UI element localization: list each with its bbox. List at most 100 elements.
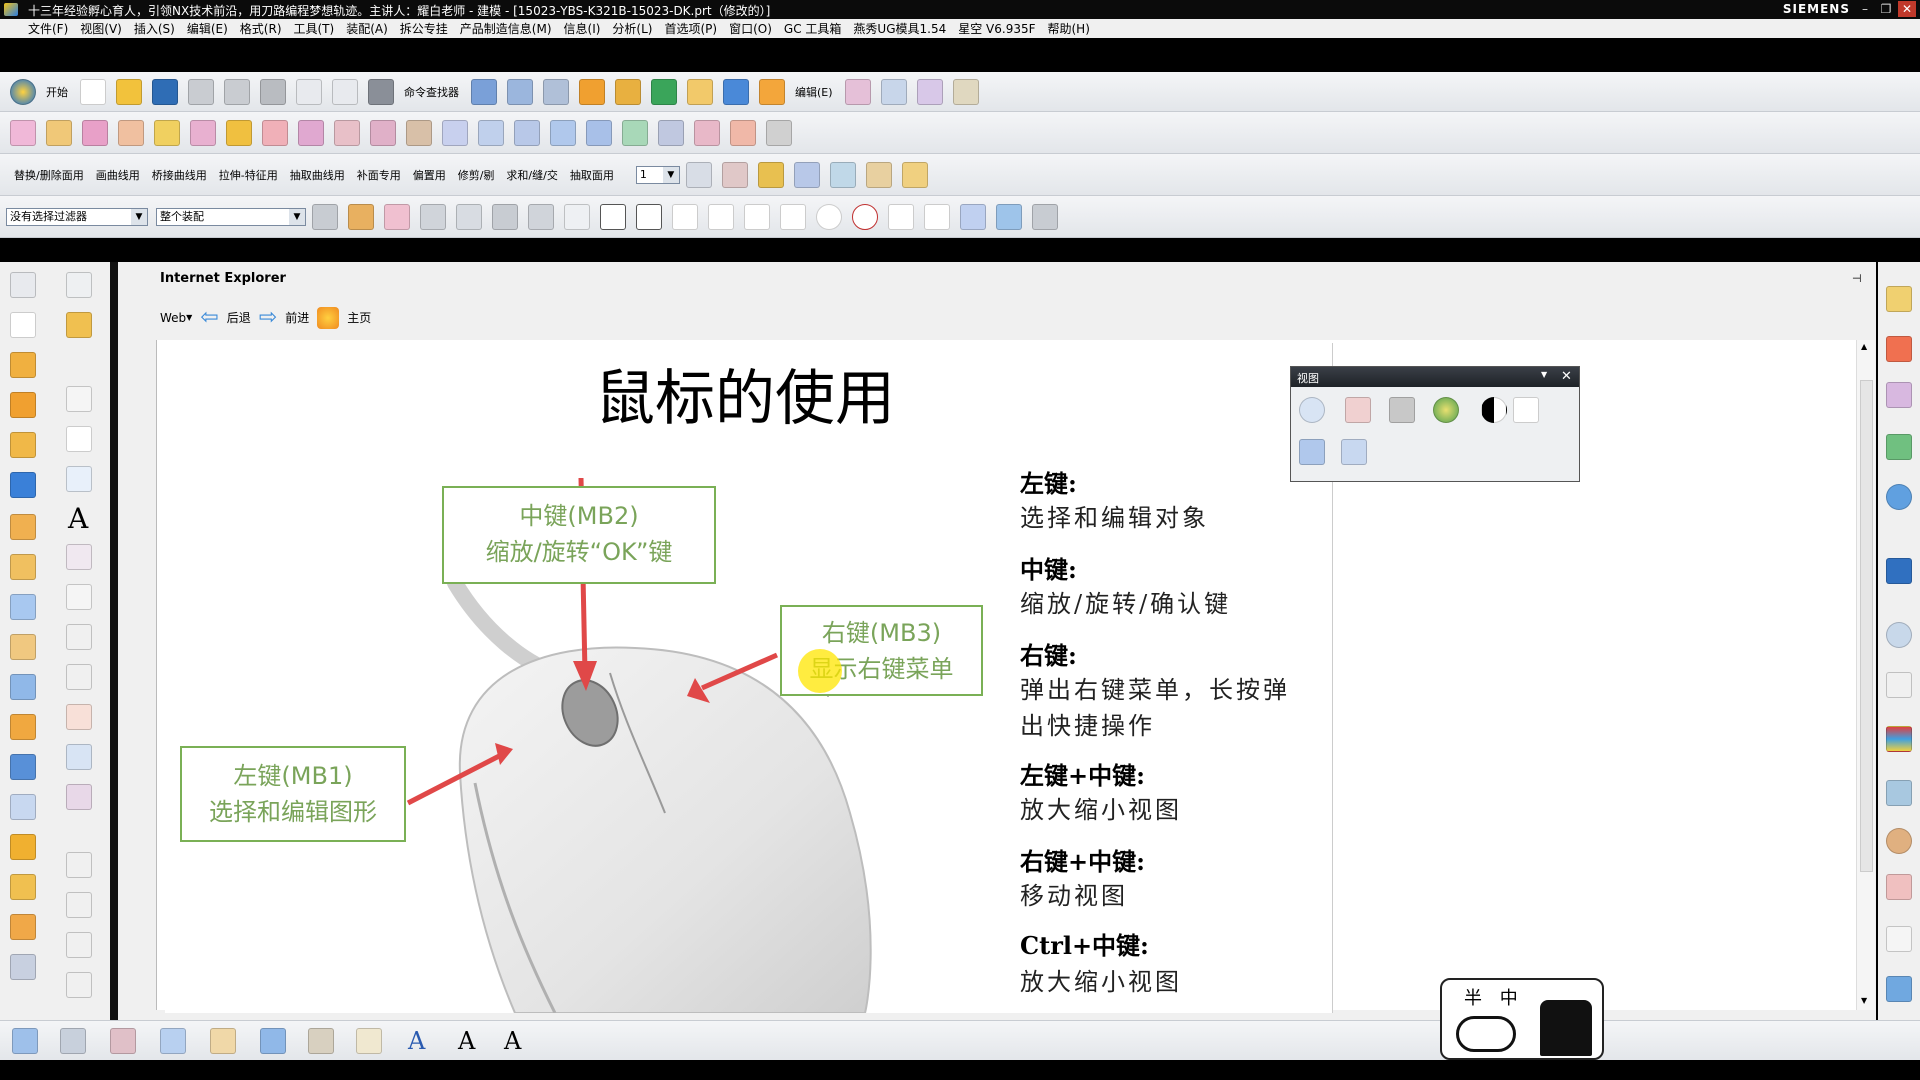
extrude-icon[interactable] [10,352,36,378]
close-window-button[interactable]: ✕ [1898,1,1916,17]
book-feature-icon[interactable] [10,594,36,620]
vertical-scrollbar[interactable]: ▲ ▼ [1856,340,1875,1010]
view-panel-close-button[interactable]: ✕ [1561,369,1572,384]
pin-icon[interactable]: ⊣ [1852,272,1862,285]
view-panel-header[interactable]: 视图 ▼ ✕ [1291,367,1579,387]
select-feature-icon[interactable] [384,203,410,230]
offset-icon[interactable] [10,554,36,580]
edit-dropdown-label[interactable]: 编辑(E) [795,84,833,100]
cone-icon[interactable] [66,312,92,338]
green-part-icon[interactable] [651,78,677,105]
select-undo-icon[interactable] [420,203,446,230]
reuse-library-icon[interactable] [1886,434,1912,460]
surface-icon-5[interactable] [586,119,612,146]
feature-icon-4[interactable] [118,119,144,146]
curve-icon-8[interactable] [66,932,92,958]
new-file-icon[interactable] [80,78,106,105]
layout-icon[interactable] [543,78,569,105]
snap-tangent-icon[interactable] [744,203,770,230]
menu-item-analysis[interactable]: 分析(L) [612,20,652,37]
curve-icon-1[interactable] [66,624,92,650]
surface-icon-3[interactable] [514,119,540,146]
scroll-up-icon[interactable]: ▲ [1861,342,1867,351]
sketch-icon[interactable] [10,272,36,298]
book-icon[interactable] [579,78,605,105]
web-dropdown[interactable]: Web [160,311,186,325]
home-button[interactable]: 主页 [347,309,371,326]
custom-tool-trim[interactable]: 修剪/剔 [458,167,495,183]
sketch-plane-icon[interactable] [844,78,871,105]
scroll-thumb[interactable] [1860,380,1873,872]
curve-icon-5[interactable] [66,784,92,810]
box-icon-4[interactable] [10,954,36,980]
solid-icon[interactable] [10,472,36,498]
feature-icon-9[interactable] [298,119,324,146]
snap-point-on-curve-icon[interactable] [924,203,950,230]
snap-view-icon[interactable] [507,78,533,105]
surface-icon-4[interactable] [550,119,576,146]
process-studio-icon[interactable] [1886,672,1912,698]
select-type-icon[interactable] [348,203,374,230]
drafting-icon-7[interactable] [308,1028,334,1054]
ruler-icon[interactable] [901,161,928,188]
palette-icon[interactable] [1886,926,1912,952]
snap-face-icon[interactable] [960,203,986,230]
menu-item-format[interactable]: 格式(R) [240,20,282,37]
rect-icon[interactable] [10,312,36,338]
chamfer-icon[interactable] [10,714,36,740]
command-finder-label[interactable]: 命令查找器 [404,84,459,100]
select-face-icon[interactable] [528,203,554,230]
custom-tool-offset[interactable]: 偏置用 [413,167,446,183]
menu-item-preferences[interactable]: 首选项(P) [664,20,717,37]
menu-item-view[interactable]: 视图(V) [80,20,122,37]
custom-tool-patch[interactable]: 补面专用 [357,167,401,183]
fit-view-icon[interactable] [1345,397,1371,423]
start-label[interactable]: 开始 [46,84,68,100]
drafting-icon-3[interactable] [110,1028,136,1054]
polygon-icon[interactable] [66,544,92,570]
surface-icon-8[interactable] [694,119,720,146]
view-panel-menu-icon[interactable]: ▼ [1541,370,1547,379]
constraint-navigator-icon[interactable] [1886,336,1912,362]
drafting-icon-4[interactable] [160,1028,186,1054]
snap-center-icon[interactable] [816,203,842,230]
curve-icon-7[interactable] [66,892,92,918]
surface-icon[interactable] [880,78,907,105]
forward-arrow-icon[interactable]: ⇨ [259,305,277,330]
system-scene-icon[interactable] [1886,780,1912,806]
feature-icon-5[interactable] [154,119,180,146]
revolve-icon[interactable] [10,432,36,458]
blue-box-icon[interactable] [723,78,749,105]
surface-icon-2[interactable] [478,119,504,146]
open-folder-icon[interactable] [116,78,142,105]
back-arrow-icon[interactable]: ⇦ [200,305,218,330]
selection-filter-select[interactable]: 没有选择过滤器 ▼ [6,207,148,226]
sheet-icon[interactable] [952,78,979,105]
start-icon[interactable] [10,78,36,105]
back-button[interactable]: 后退 [227,309,251,326]
menu-item-insert[interactable]: 插入(S) [134,20,175,37]
nx-logo-icon[interactable] [4,3,18,16]
wave-icon[interactable] [757,161,784,188]
snap-circle-icon[interactable] [852,203,878,230]
history-icon[interactable] [1886,622,1912,648]
move-layer-icon[interactable] [721,161,748,188]
layer-select[interactable]: 1 ▼ [635,165,680,184]
shell-icon[interactable] [10,634,36,660]
touch-mode-icon[interactable] [471,78,497,105]
display-edit-icon[interactable] [793,161,820,188]
curve-icon-6[interactable] [66,852,92,878]
text-style-icon-3[interactable]: A [504,1027,521,1055]
curve-icon-4[interactable] [66,744,92,770]
scroll-down-icon[interactable]: ▼ [1861,996,1867,1005]
menu-item-tools[interactable]: 工具(T) [294,20,335,37]
snap-mid-icon[interactable] [708,203,734,230]
text-style-icon-2[interactable]: A [458,1027,475,1055]
feature-icon-11[interactable] [370,119,396,146]
reports-icon[interactable] [1886,874,1912,900]
orange-box-icon[interactable] [759,78,785,105]
tools-icon[interactable] [1032,203,1058,230]
menu-item-edit[interactable]: 编辑(E) [187,20,228,37]
snap-cross-icon[interactable] [888,203,914,230]
viewport-icon[interactable] [1513,397,1539,423]
